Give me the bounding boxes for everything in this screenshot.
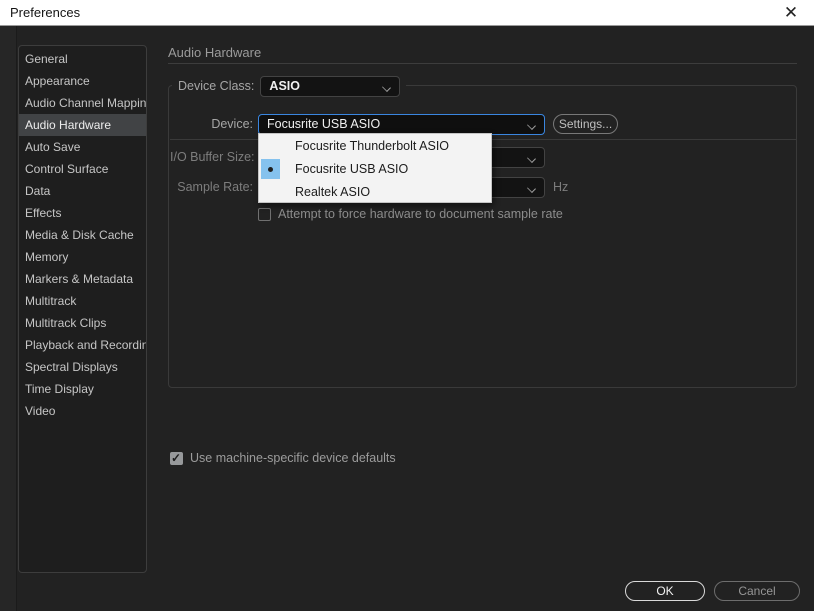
sidebar-item-label: Control Surface bbox=[25, 162, 109, 176]
sidebar-item[interactable]: Video bbox=[19, 400, 146, 422]
selected-option-marker bbox=[261, 136, 280, 156]
sidebar-item[interactable]: Audio Channel Mapping bbox=[19, 92, 146, 114]
sidebar-item[interactable]: Playback and Recording bbox=[19, 334, 146, 356]
background-app-sliver bbox=[0, 26, 17, 611]
sidebar-item-label: Media & Disk Cache bbox=[25, 228, 134, 242]
sample-rate-unit: Hz bbox=[553, 180, 569, 194]
sidebar-item[interactable]: Time Display bbox=[19, 378, 146, 400]
sidebar-item[interactable]: Media & Disk Cache bbox=[19, 224, 146, 246]
device-class-label: Device Class: bbox=[178, 79, 255, 93]
device-class-row: Device Class: ASIO bbox=[172, 75, 407, 97]
device-select[interactable]: Focusrite USB ASIO bbox=[258, 114, 545, 135]
sidebar-item[interactable]: General bbox=[19, 48, 146, 70]
sidebar-item-label: Markers & Metadata bbox=[25, 272, 134, 286]
sidebar-item-label: Multitrack bbox=[25, 294, 77, 308]
bullet-icon bbox=[268, 166, 273, 172]
dialog-title: Preferences bbox=[10, 5, 81, 20]
dropdown-option[interactable]: Realtek ASIO bbox=[259, 180, 491, 203]
sidebar-item-label: Spectral Displays bbox=[25, 360, 118, 374]
sidebar-item-label: Video bbox=[25, 404, 56, 418]
device-dropdown-popup: Focusrite Thunderbolt ASIO Focusrite USB… bbox=[258, 133, 492, 203]
check-icon: ✓ bbox=[171, 450, 182, 465]
sidebar-item[interactable]: Audio Hardware bbox=[19, 114, 146, 136]
sidebar-item-label: Playback and Recording bbox=[25, 338, 147, 352]
sidebar-item-label: Multitrack Clips bbox=[25, 316, 107, 330]
chevron-down-icon bbox=[383, 84, 390, 91]
force-sample-rate-row: ✓ Attempt to force hardware to document … bbox=[258, 207, 563, 221]
close-icon[interactable]: ✕ bbox=[778, 0, 804, 26]
sidebar-item-label: Auto Save bbox=[25, 140, 81, 154]
sidebar-item-label: Memory bbox=[25, 250, 69, 264]
sidebar-item[interactable]: Multitrack bbox=[19, 290, 146, 312]
dropdown-option-label: Realtek ASIO bbox=[295, 184, 371, 199]
sidebar-item-label: Audio Channel Mapping bbox=[25, 96, 147, 110]
device-label: Device: bbox=[211, 117, 253, 131]
dropdown-option[interactable]: Focusrite USB ASIO bbox=[259, 157, 491, 180]
chevron-down-icon bbox=[528, 122, 535, 129]
force-sample-rate-checkbox[interactable]: ✓ bbox=[258, 207, 271, 221]
chevron-down-icon bbox=[528, 155, 535, 162]
force-sample-rate-label: Attempt to force hardware to document sa… bbox=[278, 207, 563, 221]
sidebar-item-label: Time Display bbox=[25, 382, 94, 396]
dropdown-option-label: Focusrite Thunderbolt ASIO bbox=[295, 138, 450, 153]
sidebar-item-label: Data bbox=[25, 184, 51, 198]
cancel-button[interactable]: Cancel bbox=[714, 581, 800, 601]
device-value: Focusrite USB ASIO bbox=[267, 117, 381, 131]
machine-defaults-row: ✓ Use machine-specific device defaults bbox=[170, 451, 396, 465]
machine-defaults-label: Use machine-specific device defaults bbox=[190, 451, 396, 465]
sample-rate-label: Sample Rate: bbox=[177, 180, 253, 194]
sidebar-item-label: General bbox=[25, 52, 68, 66]
io-buffer-size-label: I/O Buffer Size: bbox=[170, 150, 255, 164]
dialog-titlebar: Preferences ✕ bbox=[0, 0, 814, 26]
sidebar-item[interactable]: Spectral Displays bbox=[19, 356, 146, 378]
device-class-value: ASIO bbox=[269, 78, 300, 93]
sidebar-item[interactable]: Data bbox=[19, 180, 146, 202]
settings-button[interactable]: Settings... bbox=[553, 114, 618, 134]
sidebar-item[interactable]: Multitrack Clips bbox=[19, 312, 146, 334]
dropdown-option-label: Focusrite USB ASIO bbox=[295, 161, 409, 176]
selected-option-marker bbox=[261, 158, 280, 179]
sidebar-item[interactable]: Auto Save bbox=[19, 136, 146, 158]
sidebar-item-label: Audio Hardware bbox=[25, 118, 112, 132]
sidebar-item[interactable]: Memory bbox=[19, 246, 146, 268]
device-class-select[interactable]: ASIO bbox=[260, 75, 401, 97]
sidebar-item-label: Appearance bbox=[25, 74, 90, 88]
preferences-category-list: General Appearance Audio Channel Mapping… bbox=[18, 45, 147, 573]
chevron-down-icon bbox=[528, 185, 535, 192]
sidebar-item[interactable]: Markers & Metadata bbox=[19, 268, 146, 290]
sidebar-item-label: Effects bbox=[25, 206, 62, 220]
selected-option-marker bbox=[261, 182, 280, 202]
page-title: Audio Hardware bbox=[168, 45, 262, 60]
sidebar-item[interactable]: Control Surface bbox=[19, 158, 146, 180]
ok-button[interactable]: OK bbox=[625, 581, 705, 601]
header-divider bbox=[168, 63, 797, 64]
machine-defaults-checkbox[interactable]: ✓ bbox=[170, 450, 183, 465]
sidebar-item[interactable]: Effects bbox=[19, 202, 146, 224]
dropdown-option[interactable]: Focusrite Thunderbolt ASIO bbox=[259, 134, 491, 157]
sidebar-item[interactable]: Appearance bbox=[19, 70, 146, 92]
